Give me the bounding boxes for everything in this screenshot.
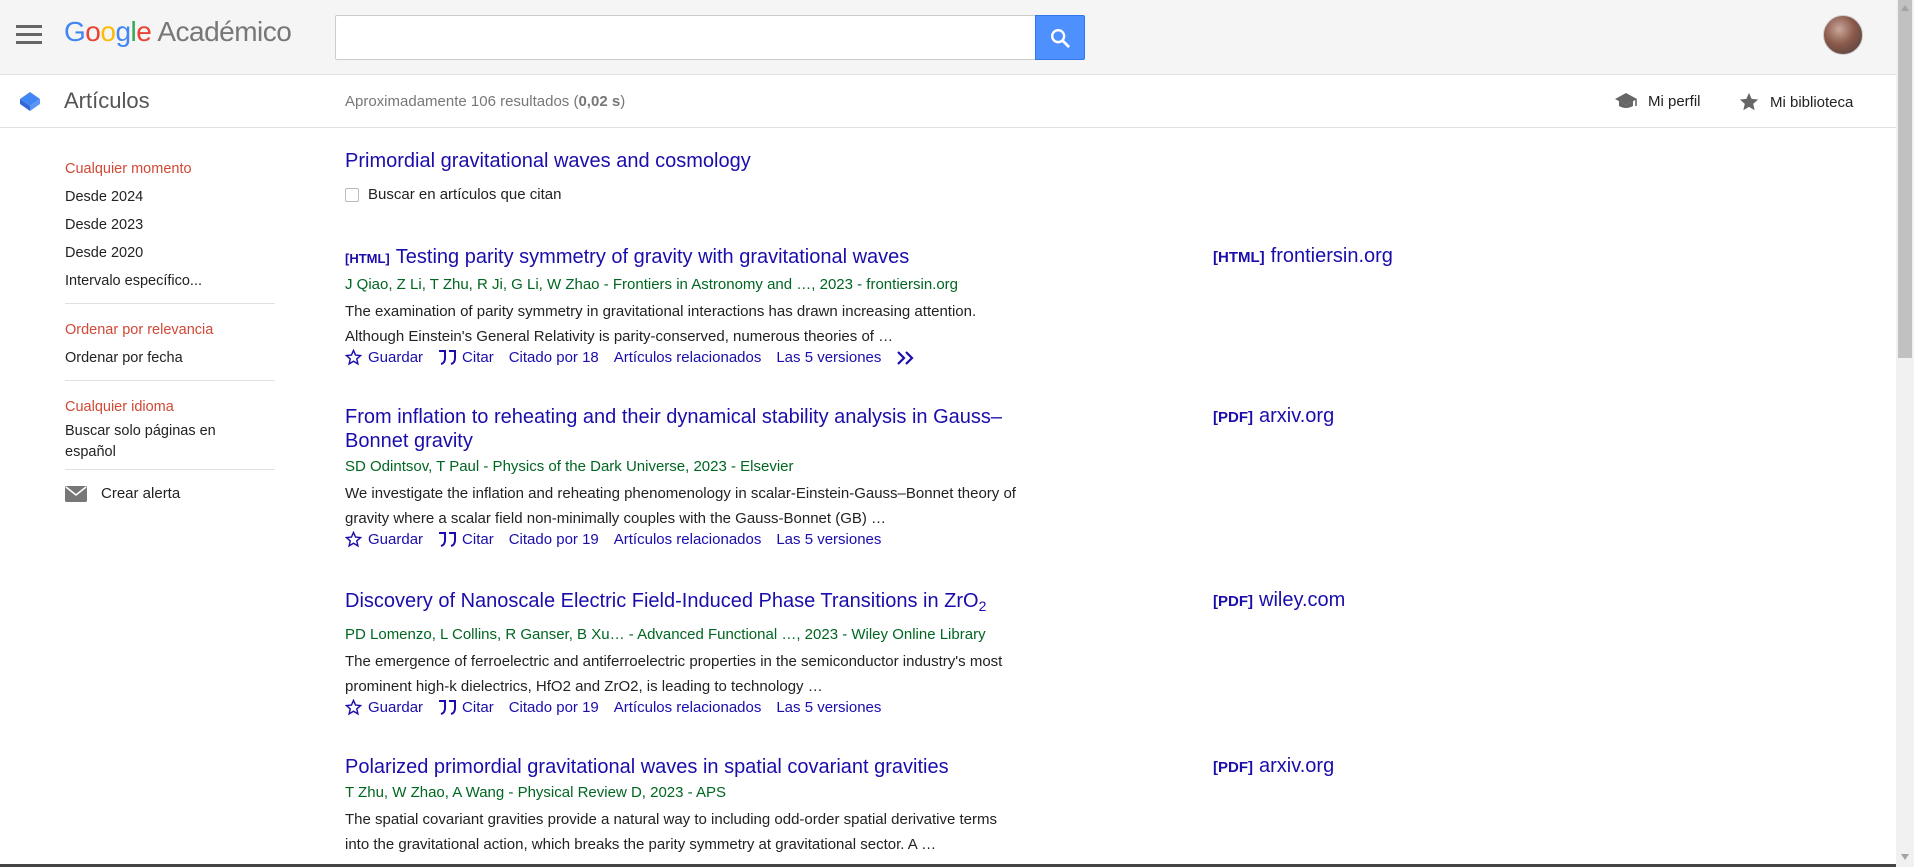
google-scholar-logo[interactable]: Google Académico [64, 16, 292, 48]
filters-sidebar: Cualquier momento Desde 2024 Desde 2023 … [65, 155, 275, 508]
result-authors: SD Odintsov, T Paul - Physics of the Dar… [345, 458, 794, 475]
my-profile-link[interactable]: Mi perfil [1614, 91, 1701, 111]
divider [65, 469, 275, 470]
result-item: From inflation to reheating and their dy… [345, 405, 1545, 548]
quote-icon [439, 350, 457, 365]
filter-since-2024[interactable]: Desde 2024 [65, 183, 275, 211]
divider [65, 380, 275, 381]
star-outline-icon [345, 349, 362, 366]
filter-any-time[interactable]: Cualquier momento [65, 155, 275, 183]
result-actions: Guardar Citar Citado por 19 Artículos re… [345, 531, 1545, 548]
filter-spanish-only[interactable]: Buscar solo páginas en español [65, 421, 245, 463]
cite-button[interactable]: Citar [438, 531, 494, 548]
filter-since-2023[interactable]: Desde 2023 [65, 211, 275, 239]
cited-by-link[interactable]: Citado por 18 [509, 349, 599, 366]
result-snippet: We investigate the inflation and reheati… [345, 485, 1016, 527]
hamburger-menu-icon[interactable] [16, 25, 42, 45]
result-snippet: The spatial covariant gravities provide … [345, 811, 997, 853]
create-alert-link[interactable]: Crear alerta [65, 480, 275, 508]
avatar[interactable] [1823, 15, 1863, 55]
cited-by-link[interactable]: Citado por 19 [509, 531, 599, 548]
result-title-link[interactable]: Polarized primordial gravitational waves… [345, 755, 1045, 779]
cite-button[interactable]: Citar [438, 349, 494, 366]
result-authors: PD Lomenzo, L Collins, R Ganser, B Xu… -… [345, 626, 986, 643]
result-authors: T Zhu, W Zhao, A Wang - Physical Review … [345, 784, 726, 801]
graduation-cap-icon [1615, 93, 1637, 108]
my-library-link[interactable]: Mi biblioteca [1738, 91, 1853, 113]
save-button[interactable]: Guardar [345, 349, 423, 366]
quote-icon [439, 700, 457, 715]
results-main: Primordial gravitational waves and cosmo… [345, 150, 1545, 853]
result-title-link[interactable]: From inflation to reheating and their dy… [345, 405, 1045, 453]
articles-icon [20, 92, 40, 111]
filter-custom-range[interactable]: Intervalo específico... [65, 267, 275, 295]
result-actions: Guardar Citar Citado por 18 Artículos re… [345, 349, 1545, 366]
divider [65, 303, 275, 304]
versions-link[interactable]: Las 5 versiones [776, 699, 881, 716]
result-item: Polarized primordial gravitational waves… [345, 755, 1545, 857]
result-snippet: The emergence of ferroelectric and antif… [345, 653, 1003, 695]
related-articles-link[interactable]: Artículos relacionados [614, 349, 762, 366]
sub-header: Artículos Aproximadamente 106 resultados… [0, 76, 1896, 128]
star-outline-icon [345, 531, 362, 548]
related-articles-link[interactable]: Artículos relacionados [614, 699, 762, 716]
full-text-link[interactable]: [PDF] arxiv.org [1213, 405, 1334, 428]
envelope-icon [65, 486, 87, 502]
result-title-link[interactable]: Discovery of Nanoscale Electric Field-In… [345, 589, 1045, 618]
cited-by-link[interactable]: Citado por 19 [509, 699, 599, 716]
full-text-link[interactable]: [PDF] arxiv.org [1213, 755, 1334, 778]
versions-link[interactable]: Las 5 versiones [776, 349, 881, 366]
result-authors: J Qiao, Z Li, T Zhu, R Ji, G Li, W Zhao … [345, 276, 959, 293]
sort-by-relevance[interactable]: Ordenar por relevancia [65, 316, 275, 344]
result-title-link[interactable]: [HTML] Testing parity symmetry of gravity… [345, 245, 1045, 271]
scroll-down-icon[interactable] [1900, 852, 1910, 862]
full-text-link[interactable]: [PDF] wiley.com [1213, 589, 1345, 612]
search-button[interactable] [1035, 15, 1085, 60]
result-type-badge: [HTML] [345, 251, 390, 266]
full-text-link[interactable]: [HTML] frontiersin.org [1213, 245, 1393, 268]
scrollbar-thumb[interactable] [1898, 0, 1912, 358]
search-citing-label[interactable]: Buscar en artículos que citan [368, 186, 561, 203]
more-double-chevron-icon[interactable] [896, 350, 916, 366]
cited-article-title[interactable]: Primordial gravitational waves and cosmo… [345, 150, 1545, 173]
versions-link[interactable]: Las 5 versiones [776, 531, 881, 548]
filter-any-language[interactable]: Cualquier idioma [65, 393, 275, 421]
results-count: Aproximadamente 106 resultados (0,02 s) [345, 93, 626, 110]
result-item: [HTML] Testing parity symmetry of gravity… [345, 245, 1545, 366]
filter-since-2020[interactable]: Desde 2020 [65, 239, 275, 267]
star-icon [1739, 92, 1759, 111]
related-articles-link[interactable]: Artículos relacionados [614, 531, 762, 548]
top-bar: Google Académico [0, 0, 1896, 75]
sort-by-date[interactable]: Ordenar por fecha [65, 344, 275, 372]
quote-icon [439, 532, 457, 547]
result-snippet: The examination of parity symmetry in gr… [345, 303, 977, 345]
result-item: Discovery of Nanoscale Electric Field-In… [345, 589, 1545, 716]
search-within-citing: Buscar en artículos que citan [345, 186, 1545, 203]
scroll-up-icon[interactable] [1900, 3, 1910, 13]
filter-spanish-only-label: Buscar solo páginas en español [65, 423, 216, 460]
save-button[interactable]: Guardar [345, 531, 423, 548]
cite-button[interactable]: Citar [438, 699, 494, 716]
section-title: Artículos [64, 88, 150, 113]
search-icon [1051, 28, 1070, 48]
search-input[interactable] [335, 15, 1036, 60]
star-outline-icon [345, 699, 362, 716]
save-button[interactable]: Guardar [345, 699, 423, 716]
result-actions: Guardar Citar Citado por 19 Artículos re… [345, 699, 1545, 716]
search-citing-checkbox[interactable] [345, 187, 359, 202]
